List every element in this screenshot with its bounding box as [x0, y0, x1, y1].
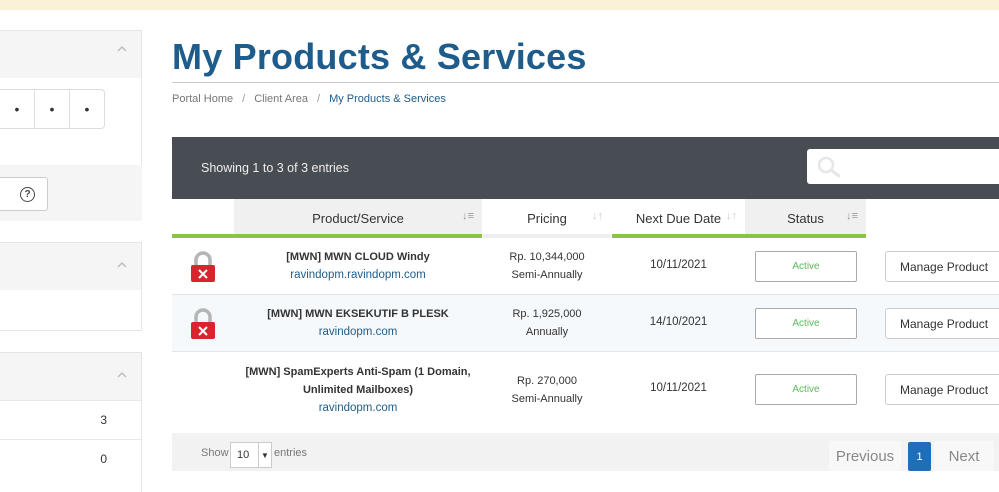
help-button[interactable]: ?	[0, 177, 48, 211]
table-header: Product/Service ↓≡ Pricing ↓↑ Next Due D…	[172, 199, 999, 238]
count-badge: 3	[100, 413, 107, 427]
show-label: Show	[201, 447, 229, 459]
sidebar-panel-2	[0, 242, 142, 331]
page-length-value: 10	[237, 449, 250, 461]
sort-icon: ↓≡	[462, 210, 474, 222]
page-1-button[interactable]: 1	[908, 442, 931, 471]
due-date: 10/11/2021	[650, 259, 707, 271]
previous-page-button[interactable]: Previous	[829, 441, 901, 471]
sort-icon: ↓↑	[592, 210, 603, 222]
chevron-down-icon: ▼	[258, 443, 271, 467]
status-badge: Active	[755, 308, 857, 339]
sidebar-panel-header[interactable]	[0, 31, 141, 78]
column-label: Product/Service	[312, 211, 404, 226]
column-label: Status	[787, 211, 824, 226]
status-badge: Active	[755, 374, 857, 405]
table-info: Showing 1 to 3 of 3 entries	[201, 161, 350, 175]
due-date: 10/11/2021	[650, 382, 707, 394]
product-name: [MWN] MWN CLOUD Windy	[286, 251, 430, 263]
sidebar-panel-1: • • • ?	[0, 30, 142, 221]
product-name-line: [MWN] SpamExperts Anti-Spam (1 Domain,	[245, 366, 471, 378]
lock-icon	[190, 308, 216, 340]
breadcrumb-client-area[interactable]: Client Area	[254, 93, 308, 105]
chevron-up-icon[interactable]	[117, 45, 127, 55]
due-date: 14/10/2021	[649, 316, 708, 328]
product-name: [MWN] MWN EKSEKUTIF B PLESK	[267, 308, 449, 320]
column-product-service[interactable]: Product/Service ↓≡	[234, 199, 482, 238]
price-amount: Rp. 270,000	[517, 375, 577, 387]
breadcrumb-portal-home[interactable]: Portal Home	[172, 93, 233, 105]
count-badge: 0	[100, 452, 107, 466]
chevron-up-icon[interactable]	[117, 261, 127, 271]
product-domain[interactable]: ravindopm.ravindopm.com	[234, 266, 482, 284]
dot-button[interactable]: •	[70, 89, 105, 129]
pricing-cell: Rp. 10,344,000 Semi-Annually	[483, 248, 611, 284]
sidebar-panel-header[interactable]	[0, 353, 141, 400]
sidebar-panel-footer: ?	[0, 165, 142, 221]
breadcrumb-current: My Products & Services	[329, 93, 446, 105]
next-page-button[interactable]: Next	[934, 441, 994, 471]
column-label: Next Due Date	[635, 211, 722, 226]
lock-icon	[190, 251, 216, 283]
breadcrumb: Portal Home / Client Area / My Products & Se…	[172, 93, 446, 105]
billing-cycle: Semi-Annually	[511, 393, 583, 405]
product-domain[interactable]: ravindopm.com	[234, 399, 482, 417]
breadcrumb-separator: /	[242, 93, 246, 105]
price-amount: Rp. 1,925,000	[512, 308, 582, 320]
page-title: My Products & Services	[172, 36, 587, 77]
product-name-line: Unlimited Mailboxes)	[302, 384, 414, 396]
table-toolbar: Showing 1 to 3 of 3 entries	[172, 137, 999, 199]
chevron-up-icon[interactable]	[117, 371, 127, 381]
billing-cycle: Annually	[525, 326, 569, 338]
table-row[interactable]: [MWN] MWN CLOUD Windy ravindopm.ravindop…	[172, 238, 999, 295]
dot-button[interactable]: •	[0, 89, 35, 129]
breadcrumb-separator: /	[317, 93, 321, 105]
sort-icon: ↓≡	[846, 210, 858, 222]
column-pricing[interactable]: Pricing ↓↑	[483, 199, 611, 238]
table-footer: Show 10 ▼ entries Previous 1 Next	[172, 433, 999, 471]
table-row[interactable]: [MWN] SpamExperts Anti-Spam (1 Domain, U…	[172, 352, 999, 433]
title-divider	[172, 82, 999, 83]
product-cell: [MWN] MWN CLOUD Windy ravindopm.ravindop…	[234, 248, 482, 284]
manage-product-button[interactable]: Manage Product	[885, 251, 999, 282]
dot-button[interactable]: •	[35, 89, 70, 129]
main-content: My Products & Services Portal Home / Clien…	[172, 0, 999, 483]
column-next-due-date[interactable]: Next Due Date ↓↑	[612, 199, 745, 238]
sidebar-dot-buttons: • • •	[0, 89, 105, 129]
status-badge: Active	[755, 251, 857, 282]
billing-cycle: Semi-Annually	[511, 269, 583, 281]
price-amount: Rp. 10,344,000	[509, 251, 585, 263]
product-cell: [MWN] SpamExperts Anti-Spam (1 Domain, U…	[234, 363, 482, 417]
product-cell: [MWN] MWN EKSEKUTIF B PLESK ravindopm.co…	[234, 305, 482, 341]
sidebar-count-row[interactable]: 0	[0, 439, 142, 479]
column-label: Pricing	[527, 211, 567, 226]
entries-label: entries	[274, 447, 308, 459]
sidebar-count-row[interactable]: 3	[0, 400, 142, 440]
manage-product-button[interactable]: Manage Product	[885, 308, 999, 339]
page-length-select[interactable]: 10 ▼	[230, 442, 272, 468]
sort-icon: ↓↑	[726, 210, 737, 222]
table-row[interactable]: [MWN] MWN EKSEKUTIF B PLESK ravindopm.co…	[172, 295, 999, 352]
search-input[interactable]	[807, 149, 999, 184]
pricing-cell: Rp. 270,000 Semi-Annually	[483, 372, 611, 408]
manage-product-button[interactable]: Manage Product	[885, 374, 999, 405]
sidebar-panel-header[interactable]	[0, 243, 141, 290]
help-icon: ?	[20, 186, 35, 202]
sidebar-panel-3: 3 0	[0, 352, 142, 492]
pricing-cell: Rp. 1,925,000 Annually	[483, 305, 611, 341]
column-status[interactable]: Status ↓≡	[745, 199, 866, 238]
product-domain[interactable]: ravindopm.com	[234, 323, 482, 341]
